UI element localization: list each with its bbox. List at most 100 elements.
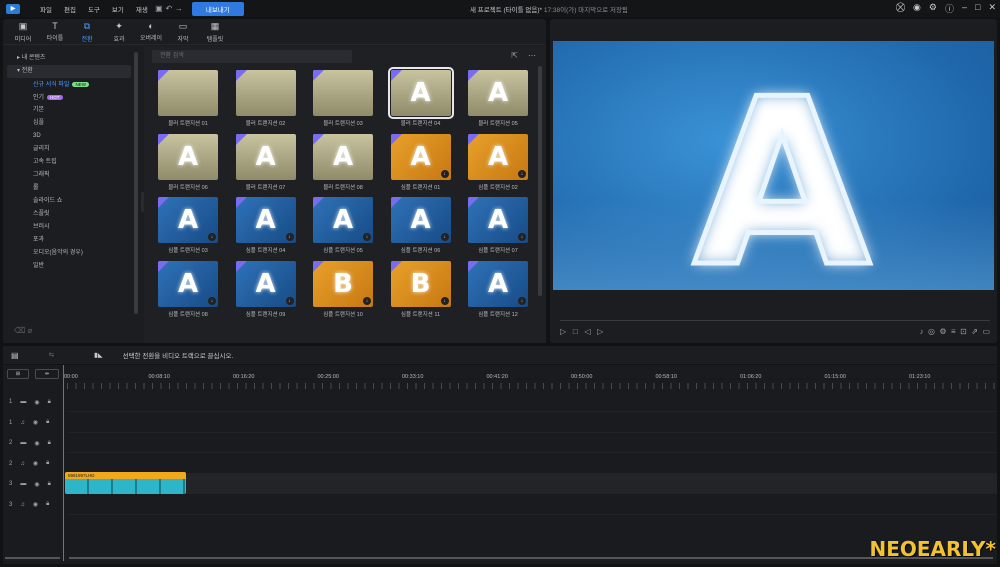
settings-icon[interactable]: ⚙	[929, 2, 937, 15]
track-row[interactable]	[67, 454, 997, 474]
sidebar-item[interactable]: 글리치	[3, 143, 141, 156]
visibility-icon[interactable]: ◉	[34, 399, 39, 406]
download-icon[interactable]: ↓	[285, 233, 294, 241]
transition-thumbnail[interactable]: A ↓	[390, 197, 451, 243]
transition-thumbnail[interactable]: A ↓	[390, 133, 451, 180]
sidebar-item[interactable]: 슬라이드 쇼	[3, 195, 141, 208]
save-icon[interactable]: ▣	[154, 4, 164, 14]
lock-icon[interactable]: 🔒︎	[46, 460, 49, 467]
transition-thumbnail[interactable]: A	[387, 67, 454, 119]
download-icon[interactable]: ↓	[440, 296, 449, 305]
marker-icon[interactable]: ▮◣	[94, 351, 103, 359]
menu-file[interactable]: 파일	[34, 4, 58, 14]
track-tool-icon[interactable]: ⇆	[49, 351, 54, 359]
maximize-icon[interactable]: □	[975, 2, 980, 15]
link-icon[interactable]: ⌀	[28, 326, 33, 335]
cart-icon[interactable]: ⛒	[896, 2, 905, 15]
visibility-icon[interactable]: ◉	[34, 481, 39, 488]
visibility-icon[interactable]: ◉	[33, 460, 38, 467]
settings-gear-icon[interactable]: ⚙	[939, 327, 946, 336]
sidebar-popular[interactable]: 인기 HOT	[3, 91, 141, 104]
timeline-menu-icon[interactable]: ▤	[11, 351, 19, 360]
transition-thumbnail[interactable]: A	[158, 133, 218, 180]
tag-icon[interactable]: ⌫	[14, 326, 25, 335]
transition-thumbnail[interactable]: A	[313, 133, 373, 180]
download-icon[interactable]: ↓	[208, 233, 216, 241]
zoom-track-button[interactable]: ⇹	[35, 369, 59, 379]
transition-thumbnail[interactable]: A ↓	[235, 197, 296, 243]
visibility-icon[interactable]: ◉	[34, 440, 39, 447]
transition-thumbnail[interactable]: B ↓	[390, 260, 451, 307]
popout-icon[interactable]: ⇗	[971, 327, 978, 336]
lock-icon[interactable]: 🔒︎	[48, 481, 51, 488]
visibility-icon[interactable]: ◉	[33, 501, 38, 508]
sidebar-item[interactable]: 일반	[3, 260, 141, 273]
export-button[interactable]: 내보내기	[191, 1, 244, 16]
menu-view[interactable]: 보기	[106, 4, 130, 14]
lock-icon[interactable]: 🔒︎	[48, 440, 51, 447]
download-icon[interactable]: ↓	[208, 296, 216, 305]
account-icon[interactable]: ◉	[913, 2, 921, 15]
snapshot-icon[interactable]: ◎	[928, 327, 935, 336]
stop-icon[interactable]: □	[573, 327, 578, 336]
download-icon[interactable]: ↓	[363, 233, 371, 241]
sidebar-item[interactable]: 그래픽	[3, 169, 141, 182]
sidebar-item[interactable]: 롤	[3, 182, 141, 195]
tab-title[interactable]: T 타이틀	[39, 19, 71, 44]
video-clip[interactable]: 5981997LHD	[65, 472, 186, 494]
lock-icon[interactable]: 🔒︎	[46, 419, 49, 426]
visibility-icon[interactable]: ◉	[33, 419, 38, 426]
transition-thumbnail[interactable]: A ↓	[158, 197, 218, 243]
sidebar-item[interactable]: 심플	[3, 117, 141, 130]
tab-transition[interactable]: ⧉ 전환	[71, 19, 103, 44]
list-icon[interactable]: ≡	[951, 327, 956, 336]
redo-icon[interactable]: →	[174, 4, 184, 14]
import-icon[interactable]: ⇱	[511, 51, 518, 60]
time-ruler[interactable]	[67, 383, 997, 389]
download-icon[interactable]: ↓	[285, 296, 294, 305]
lock-icon[interactable]: 🔒︎	[46, 501, 49, 508]
transition-thumbnail[interactable]: A ↓	[235, 260, 296, 307]
menu-play[interactable]: 재생	[130, 4, 154, 14]
sidebar-my-content[interactable]: ▸ 내 콘텐츠	[3, 52, 141, 65]
transition-thumbnail[interactable]	[158, 70, 218, 116]
minimize-icon[interactable]: –	[962, 2, 967, 15]
download-icon[interactable]: ↓	[518, 233, 526, 241]
transition-thumbnail[interactable]	[235, 70, 296, 116]
close-icon[interactable]: ✕	[988, 2, 996, 15]
more-icon[interactable]: ⋯	[528, 51, 536, 60]
aspect-icon[interactable]: ▭	[982, 327, 990, 336]
timeline-scrollbar[interactable]	[69, 557, 993, 559]
tab-overlay[interactable]: ◐ 오버레이	[135, 19, 167, 44]
sidebar-item[interactable]: 스플릿	[3, 208, 141, 221]
track-row[interactable]	[67, 433, 997, 453]
fit-track-button[interactable]: ⊞	[7, 369, 29, 379]
sidebar-item[interactable]: 포과	[3, 234, 141, 247]
track-row[interactable]	[67, 495, 997, 515]
transition-thumbnail[interactable]: A ↓	[468, 260, 528, 307]
sidebar-item[interactable]: 오디오(음악의 경우)	[3, 247, 141, 260]
sidebar-new-format[interactable]: 신규 서식 파일 NEW	[3, 78, 141, 91]
tab-effects[interactable]: ✦ 효과	[103, 19, 135, 44]
sidebar-item[interactable]: 기본	[3, 104, 141, 117]
download-icon[interactable]: ↓	[363, 296, 371, 305]
transition-thumbnail[interactable]: A ↓	[313, 197, 373, 243]
track-row[interactable]	[67, 392, 997, 412]
transition-thumbnail[interactable]: B ↓	[313, 260, 373, 307]
transition-thumbnail[interactable]: A ↓	[468, 133, 528, 180]
sidebar-item[interactable]: 3D	[3, 130, 141, 143]
info-icon[interactable]: ⓘ	[945, 2, 954, 15]
menu-edit[interactable]: 편집	[58, 4, 82, 14]
sidebar-scrollbar[interactable]	[134, 52, 138, 314]
preview-progress-bar[interactable]	[560, 320, 990, 321]
sidebar-transition[interactable]: ▾ 전환	[7, 65, 131, 78]
zoom-slider[interactable]	[5, 557, 60, 559]
volume-icon[interactable]: ♪	[919, 327, 923, 336]
track-row[interactable]	[67, 474, 997, 494]
transition-thumbnail[interactable]: A	[468, 70, 528, 116]
prev-frame-icon[interactable]: ◁	[584, 327, 590, 336]
fit-icon[interactable]: ⊡	[960, 327, 967, 336]
search-input[interactable]: 전환 검색	[152, 50, 352, 63]
undo-icon[interactable]: ↶	[164, 4, 174, 14]
playhead[interactable]	[63, 365, 64, 561]
